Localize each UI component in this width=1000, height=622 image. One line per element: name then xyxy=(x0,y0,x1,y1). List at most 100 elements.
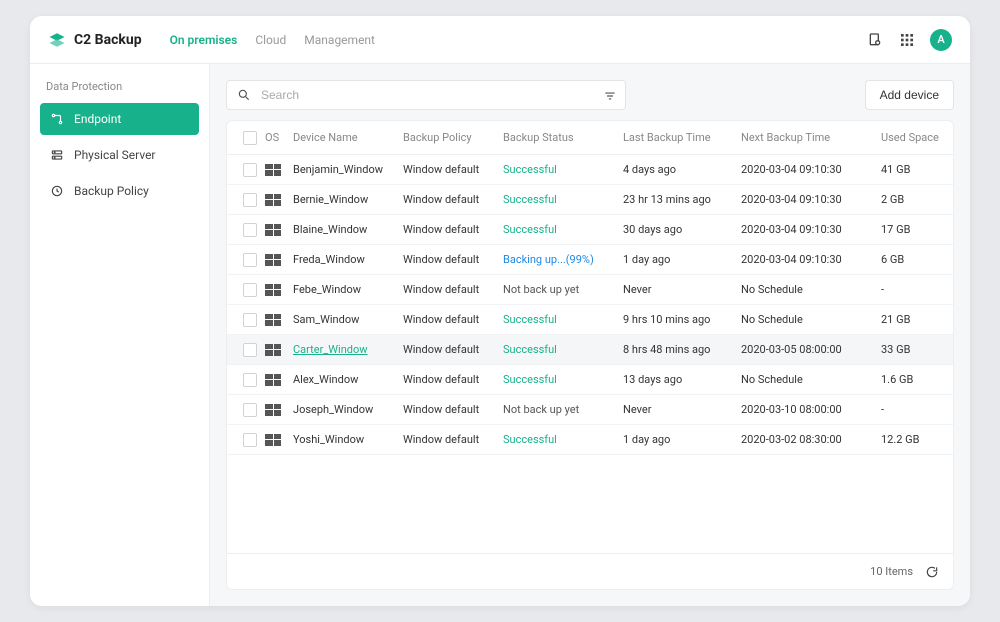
last-backup-time: 1 day ago xyxy=(623,433,741,446)
sidebar-item-physical-server[interactable]: Physical Server xyxy=(40,139,199,171)
col-last[interactable]: Last Backup Time xyxy=(623,131,741,144)
sidebar-item-label: Endpoint xyxy=(74,112,121,126)
table-row[interactable]: Blaine_WindowWindow defaultSuccessful30 … xyxy=(227,215,953,245)
backup-status: Successful xyxy=(503,343,623,356)
col-os[interactable]: OS xyxy=(265,131,293,144)
file-icon[interactable] xyxy=(866,31,884,49)
backup-status: Successful xyxy=(503,373,623,386)
endpoint-icon xyxy=(50,112,64,126)
row-checkbox[interactable] xyxy=(243,433,257,447)
backup-policy: Window default xyxy=(403,373,503,386)
table-row[interactable]: Joseph_WindowWindow defaultNot back up y… xyxy=(227,395,953,425)
last-backup-time: 4 days ago xyxy=(623,163,741,176)
table-footer: 10 Items xyxy=(227,553,953,589)
table-body: Benjamin_WindowWindow defaultSuccessful4… xyxy=(227,155,953,553)
table-row[interactable]: Bernie_WindowWindow defaultSuccessful23 … xyxy=(227,185,953,215)
col-device[interactable]: Device Name xyxy=(293,131,403,144)
next-backup-time: No Schedule xyxy=(741,283,881,296)
sidebar-item-endpoint[interactable]: Endpoint xyxy=(40,103,199,135)
backup-status: Backing up...(99%) xyxy=(503,253,623,266)
topnav-item-2[interactable]: Management xyxy=(304,33,375,47)
select-all-checkbox[interactable] xyxy=(243,131,257,145)
search-box[interactable] xyxy=(226,80,626,110)
last-backup-time: Never xyxy=(623,283,741,296)
row-checkbox[interactable] xyxy=(243,223,257,237)
col-status[interactable]: Backup Status xyxy=(503,131,623,144)
sidebar-section-title: Data Protection xyxy=(40,80,199,93)
topnav-item-1[interactable]: Cloud xyxy=(255,33,286,47)
used-space: - xyxy=(881,403,953,416)
row-checkbox[interactable] xyxy=(243,163,257,177)
body-area: Data Protection Endpoint Physical Server B… xyxy=(30,64,970,606)
device-name[interactable]: Carter_Window xyxy=(293,343,403,356)
device-name: Joseph_Window xyxy=(293,403,403,416)
sidebar-item-backup-policy[interactable]: Backup Policy xyxy=(40,175,199,207)
backup-policy: Window default xyxy=(403,343,503,356)
row-checkbox[interactable] xyxy=(243,343,257,357)
used-space: - xyxy=(881,283,953,296)
backup-policy: Window default xyxy=(403,403,503,416)
server-icon xyxy=(50,148,64,162)
device-name: Bernie_Window xyxy=(293,193,403,206)
device-name: Benjamin_Window xyxy=(293,163,403,176)
table-row[interactable]: Febe_WindowWindow defaultNot back up yet… xyxy=(227,275,953,305)
next-backup-time: 2020-03-02 08:30:00 xyxy=(741,433,881,446)
col-policy[interactable]: Backup Policy xyxy=(403,131,503,144)
top-actions: A xyxy=(866,29,952,51)
last-backup-time: 1 day ago xyxy=(623,253,741,266)
row-checkbox[interactable] xyxy=(243,253,257,267)
table-row[interactable]: Carter_WindowWindow defaultSuccessful8 h… xyxy=(227,335,953,365)
last-backup-time: 23 hr 13 mins ago xyxy=(623,193,741,206)
search-input[interactable] xyxy=(261,88,595,102)
device-name: Blaine_Window xyxy=(293,223,403,236)
windows-icon xyxy=(265,404,281,416)
sidebar: Data Protection Endpoint Physical Server B… xyxy=(30,64,210,606)
windows-icon xyxy=(265,344,281,356)
device-table: OS Device Name Backup Policy Backup Stat… xyxy=(226,120,954,590)
device-name: Febe_Window xyxy=(293,283,403,296)
next-backup-time: 2020-03-05 08:00:00 xyxy=(741,343,881,356)
used-space: 21 GB xyxy=(881,313,953,326)
main: Add device OS Device Name Backup Policy … xyxy=(210,64,970,606)
windows-icon xyxy=(265,434,281,446)
backup-policy: Window default xyxy=(403,313,503,326)
table-row[interactable]: Freda_WindowWindow defaultBacking up...(… xyxy=(227,245,953,275)
add-device-button[interactable]: Add device xyxy=(865,80,954,110)
row-checkbox[interactable] xyxy=(243,283,257,297)
table-row[interactable]: Sam_WindowWindow defaultSuccessful9 hrs … xyxy=(227,305,953,335)
table-row[interactable]: Alex_WindowWindow defaultSuccessful13 da… xyxy=(227,365,953,395)
brand-name: C2 Backup xyxy=(74,32,142,48)
row-checkbox[interactable] xyxy=(243,373,257,387)
backup-policy: Window default xyxy=(403,253,503,266)
last-backup-time: 8 hrs 48 mins ago xyxy=(623,343,741,356)
filter-icon[interactable] xyxy=(603,88,617,102)
device-name: Freda_Window xyxy=(293,253,403,266)
last-backup-time: 30 days ago xyxy=(623,223,741,236)
used-space: 12.2 GB xyxy=(881,433,953,446)
next-backup-time: 2020-03-04 09:10:30 xyxy=(741,193,881,206)
refresh-icon[interactable] xyxy=(925,565,939,579)
row-checkbox[interactable] xyxy=(243,313,257,327)
backup-status: Successful xyxy=(503,313,623,326)
topnav-item-0[interactable]: On premises xyxy=(170,33,238,47)
col-next[interactable]: Next Backup Time xyxy=(741,131,881,144)
used-space: 6 GB xyxy=(881,253,953,266)
device-name: Yoshi_Window xyxy=(293,433,403,446)
apps-grid-icon[interactable] xyxy=(898,31,916,49)
windows-icon xyxy=(265,164,281,176)
col-used[interactable]: Used Space xyxy=(881,131,954,144)
device-name: Alex_Window xyxy=(293,373,403,386)
next-backup-time: No Schedule xyxy=(741,373,881,386)
table-row[interactable]: Benjamin_WindowWindow defaultSuccessful4… xyxy=(227,155,953,185)
table-row[interactable]: Yoshi_WindowWindow defaultSuccessful1 da… xyxy=(227,425,953,455)
avatar[interactable]: A xyxy=(930,29,952,51)
next-backup-time: 2020-03-04 09:10:30 xyxy=(741,163,881,176)
backup-status: Not back up yet xyxy=(503,283,623,296)
next-backup-time: 2020-03-04 09:10:30 xyxy=(741,253,881,266)
row-checkbox[interactable] xyxy=(243,403,257,417)
sidebar-item-label: Backup Policy xyxy=(74,184,149,198)
used-space: 33 GB xyxy=(881,343,953,356)
toolbar: Add device xyxy=(226,80,954,110)
topbar: C2 Backup On premises Cloud Management A xyxy=(30,16,970,64)
row-checkbox[interactable] xyxy=(243,193,257,207)
